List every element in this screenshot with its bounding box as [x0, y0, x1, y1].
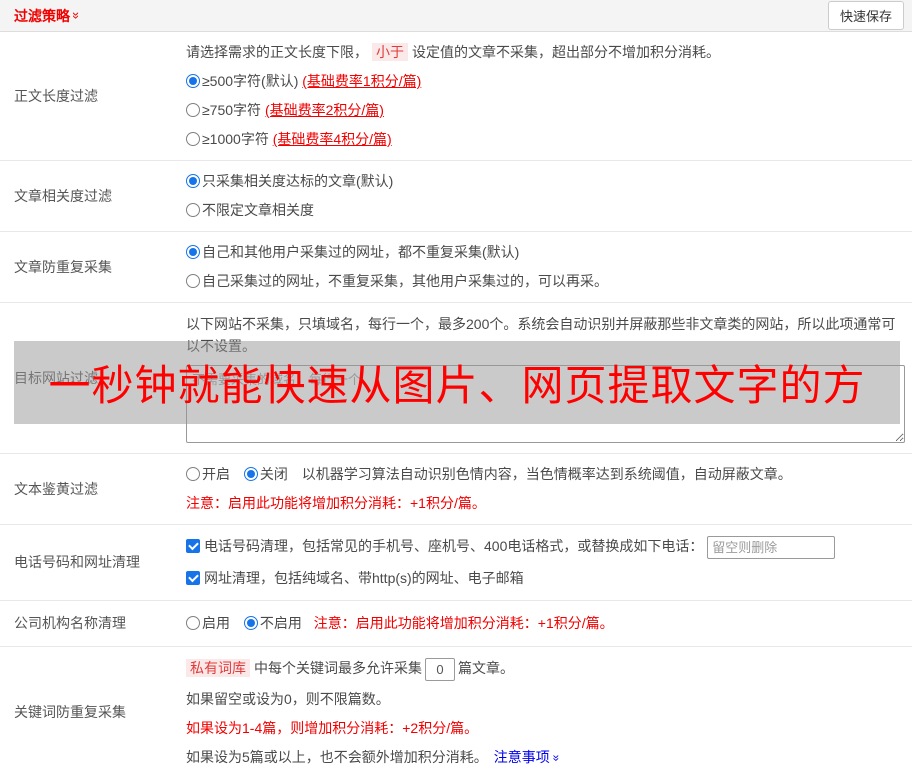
- keyword-note-five: 如果设为5篇或以上，也不会额外增加积分消耗。 注意事项»: [186, 747, 904, 768]
- row-label: 公司机构名称清理: [14, 615, 126, 632]
- row-label: 正文长度过滤: [14, 88, 98, 104]
- relevance-option-any: 不限定文章相关度: [186, 200, 904, 221]
- quick-save-button[interactable]: 快速保存: [827, 1, 904, 30]
- row-company-name-clean: 公司机构名称清理 启用 不启用 注意：启用此功能将增加积分消耗：+1积分/篇。: [0, 601, 912, 647]
- radio-500-chars[interactable]: [186, 74, 200, 88]
- radio-porn-off[interactable]: [243, 467, 258, 481]
- radio-porn-on[interactable]: [186, 467, 200, 481]
- row-content: 开启 关闭 以机器学习算法自动识别色情内容，当色情概率达到系统阈值，自动屏蔽文章…: [186, 454, 912, 524]
- option-label[interactable]: 启用: [202, 615, 230, 631]
- radio-1000-chars[interactable]: [186, 132, 200, 146]
- row-relevance-filter: 文章相关度过滤 只采集相关度达标的文章(默认) 不限定文章相关度: [0, 161, 912, 232]
- blocked-domains-textarea[interactable]: [186, 365, 905, 443]
- fee-note: (基础费率1积分/篇): [302, 73, 422, 89]
- keyword-note-cost: 如果设为1-4篇，则增加积分消耗：+2积分/篇。: [186, 719, 479, 736]
- porn-filter-desc: 以机器学习算法自动识别色情内容，当色情概率达到系统阈值，自动屏蔽文章。: [301, 466, 792, 482]
- row-target-site-filter: 目标网站过滤 以下网站不采集，只填域名，每行一个，最多200个。系统会自动识别并…: [0, 303, 912, 454]
- option-label[interactable]: ≥750字符: [202, 102, 265, 118]
- checkbox-phone-clean[interactable]: [186, 539, 200, 553]
- company-clean-cost-note: 注意：启用此功能将增加积分消耗：+1积分/篇。: [313, 614, 614, 631]
- site-filter-desc: 以下网站不采集，只填域名，每行一个，最多200个。系统会自动识别并屏蔽那些非文章…: [186, 316, 896, 354]
- row-content: 以下网站不采集，只填域名，每行一个，最多200个。系统会自动识别并屏蔽那些非文章…: [186, 303, 912, 453]
- header-bar: 过滤策略 » 快速保存: [0, 0, 912, 32]
- option-label[interactable]: ≥500字符(默认): [202, 73, 302, 89]
- row-body-length-filter: 正文长度过滤 请选择需求的正文长度下限， 小于 设定值的文章不采集，超出部分不增加积…: [0, 32, 912, 161]
- row-keyword-anti-duplicate: 关键词防重复采集 私有词库中每个关键词最多允许采集 篇文章。 如果留空或设为0，则…: [0, 647, 912, 778]
- private-lexicon-tag: 私有词库: [186, 658, 250, 677]
- line-text: 中每个关键词最多允许采集: [254, 659, 422, 676]
- porn-filter-cost-note: 注意：启用此功能将增加积分消耗：+1积分/篇。: [186, 495, 486, 511]
- fee-note: (基础费率2积分/篇): [264, 102, 384, 118]
- option-label[interactable]: 关闭: [260, 466, 288, 482]
- checkbox-url-clean[interactable]: [186, 570, 200, 585]
- option-label[interactable]: 不限定文章相关度: [202, 202, 314, 218]
- radio-relevance-strict[interactable]: [186, 174, 200, 188]
- line-text: 如果设为5篇或以上，也不会额外增加积分消耗。: [186, 748, 488, 765]
- option-label[interactable]: 自己和其他用户采集过的网址，都不重复采集(默认): [202, 244, 519, 260]
- keyword-limit-line: 私有词库中每个关键词最多允许采集 篇文章。: [186, 657, 904, 681]
- option-label[interactable]: 开启: [202, 466, 230, 482]
- row-content: 私有词库中每个关键词最多允许采集 篇文章。 如果留空或设为0，则不限篇数。 如果设…: [186, 647, 912, 778]
- double-chevron-down-icon[interactable]: »: [69, 12, 84, 19]
- radio-company-disable[interactable]: [243, 615, 258, 630]
- line-text: 篇文章。: [458, 659, 514, 676]
- desc-text: 请选择需求的正文长度下限，: [186, 44, 368, 60]
- option-label[interactable]: 网址清理，包括纯域名、带http(s)的网址、电子邮箱: [204, 570, 524, 586]
- row-phone-url-clean: 电话号码和网址清理 电话号码清理，包括常见的手机号、座机号、400电话格式，或替…: [0, 525, 912, 601]
- radio-relevance-any[interactable]: [186, 203, 200, 217]
- radio-duplicate-global[interactable]: [186, 245, 200, 259]
- option-label[interactable]: 只采集相关度达标的文章(默认): [202, 173, 393, 189]
- option-label[interactable]: 自己采集过的网址，不重复采集，其他用户采集过的，可以再采。: [202, 273, 608, 289]
- length-option-1000: ≥1000字符 (基础费率4积分/篇): [186, 129, 904, 150]
- company-clean-options: 启用 不启用 注意：启用此功能将增加积分消耗：+1积分/篇。: [186, 613, 904, 634]
- row-content: 电话号码清理，包括常见的手机号、座机号、400电话格式，或替换成如下电话： 网址…: [186, 525, 912, 600]
- row-porn-filter: 文本鉴黄过滤 开启 关闭 以机器学习算法自动识别色情内容，当色情概率达到系统阈值…: [0, 454, 912, 525]
- relevance-option-strict: 只采集相关度达标的文章(默认): [186, 171, 904, 192]
- radio-duplicate-own[interactable]: [186, 274, 200, 288]
- desc-text: 设定值的文章不采集，超出部分不增加积分消耗。: [412, 44, 720, 60]
- phone-clean-option: 电话号码清理，包括常见的手机号、座机号、400电话格式，或替换成如下电话：: [186, 535, 904, 559]
- option-label[interactable]: 电话号码清理，包括常见的手机号、座机号、400电话格式，或替换成如下电话：: [204, 538, 703, 554]
- replacement-phone-input[interactable]: [707, 535, 836, 559]
- length-option-750: ≥750字符 (基础费率2积分/篇): [186, 100, 904, 121]
- url-clean-option: 网址清理，包括纯域名、带http(s)的网址、电子邮箱: [186, 567, 904, 590]
- keyword-note-zero: 如果留空或设为0，则不限篇数。: [186, 690, 390, 707]
- row-content: 启用 不启用 注意：启用此功能将增加积分消耗：+1积分/篇。: [186, 603, 912, 644]
- double-chevron-down-icon[interactable]: »: [549, 754, 563, 761]
- keyword-limit-input[interactable]: [425, 657, 455, 681]
- page-title[interactable]: 过滤策略: [14, 6, 70, 26]
- notice-link[interactable]: 注意事项: [494, 749, 550, 765]
- row-content: 请选择需求的正文长度下限， 小于 设定值的文章不采集，超出部分不增加积分消耗。 ≥5…: [186, 32, 912, 160]
- fee-note: (基础费率4积分/篇): [272, 131, 392, 147]
- duplicate-option-global: 自己和其他用户采集过的网址，都不重复采集(默认): [186, 242, 904, 263]
- row-label: 文章防重复采集: [14, 259, 112, 275]
- row-label: 目标网站过滤: [14, 370, 98, 386]
- row-anti-duplicate: 文章防重复采集 自己和其他用户采集过的网址，都不重复采集(默认) 自己采集过的网…: [0, 232, 912, 303]
- row-content: 只采集相关度达标的文章(默认) 不限定文章相关度: [186, 161, 912, 231]
- radio-company-enable[interactable]: [186, 615, 200, 630]
- row-label: 电话号码和网址清理: [14, 554, 140, 571]
- length-filter-desc: 请选择需求的正文长度下限， 小于 设定值的文章不采集，超出部分不增加积分消耗。: [186, 42, 904, 63]
- lt-tag: 小于: [372, 43, 408, 61]
- porn-filter-options: 开启 关闭 以机器学习算法自动识别色情内容，当色情概率达到系统阈值，自动屏蔽文章…: [186, 464, 904, 485]
- row-label: 文本鉴黄过滤: [14, 481, 98, 497]
- length-option-500: ≥500字符(默认) (基础费率1积分/篇): [186, 71, 904, 92]
- row-content: 自己和其他用户采集过的网址，都不重复采集(默认) 自己采集过的网址，不重复采集，…: [186, 232, 912, 302]
- option-label[interactable]: ≥1000字符: [202, 131, 273, 147]
- duplicate-option-own: 自己采集过的网址，不重复采集，其他用户采集过的，可以再采。: [186, 271, 904, 292]
- row-label: 文章相关度过滤: [14, 188, 112, 204]
- radio-750-chars[interactable]: [186, 103, 200, 117]
- option-label[interactable]: 不启用: [260, 615, 302, 631]
- row-label: 关键词防重复采集: [14, 704, 126, 721]
